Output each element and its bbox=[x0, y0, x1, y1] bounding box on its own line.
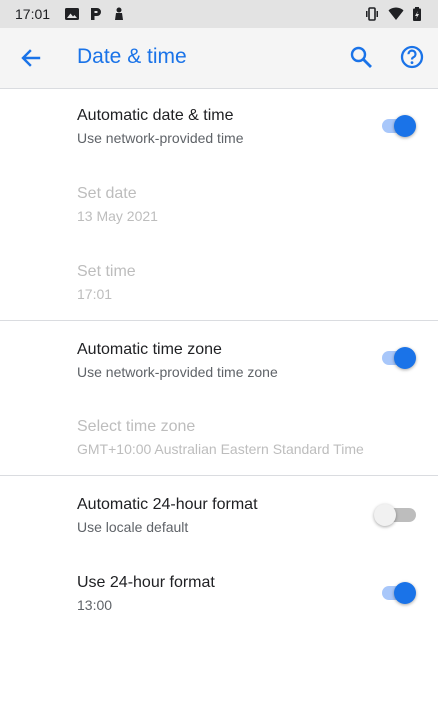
automatic-time-zone-switch[interactable] bbox=[382, 343, 416, 373]
badge-icon bbox=[115, 7, 123, 20]
setting-summary: GMT+10:00 Australian Eastern Standard Ti… bbox=[77, 441, 364, 457]
use-24-hour-format-switch[interactable] bbox=[382, 578, 416, 608]
switch-thumb bbox=[374, 504, 396, 526]
switch-thumb bbox=[394, 347, 416, 369]
switch-thumb bbox=[394, 115, 416, 137]
setting-select-time-zone[interactable]: Select time zone GMT+10:00 Australian Ea… bbox=[0, 399, 438, 475]
setting-title: Use 24-hour format bbox=[77, 574, 215, 591]
setting-title: Select time zone bbox=[77, 418, 196, 435]
setting-automatic-date-time[interactable]: Automatic date & time Use network-provid… bbox=[0, 89, 438, 166]
image-icon bbox=[65, 8, 79, 20]
setting-use-24-hour-format[interactable]: Use 24-hour format 13:00 bbox=[0, 554, 438, 632]
vibrate-icon bbox=[366, 7, 378, 21]
setting-set-time[interactable]: Set time 17:01 bbox=[0, 244, 438, 320]
arrow-back-icon[interactable] bbox=[17, 44, 45, 72]
automatic-date-time-switch[interactable] bbox=[382, 111, 416, 141]
setting-set-date[interactable]: Set date 13 May 2021 bbox=[0, 166, 438, 244]
help-icon[interactable] bbox=[398, 43, 426, 71]
setting-automatic-time-zone[interactable]: Automatic time zone Use network-provided… bbox=[0, 321, 438, 399]
page-title: Date & time bbox=[77, 45, 187, 68]
setting-title: Automatic 24-hour format bbox=[77, 496, 258, 513]
setting-title: Automatic date & time bbox=[77, 107, 234, 124]
switch-thumb bbox=[394, 582, 416, 604]
setting-summary: Use network-provided time zone bbox=[77, 364, 278, 380]
app-bar: Date & time bbox=[0, 28, 438, 89]
status-bar: 17:01 bbox=[0, 0, 438, 28]
search-icon[interactable] bbox=[347, 43, 375, 71]
wifi-icon bbox=[388, 7, 404, 20]
setting-summary: Use locale default bbox=[77, 519, 189, 535]
parking-icon bbox=[91, 8, 101, 20]
setting-summary: 17:01 bbox=[77, 286, 113, 302]
setting-summary: 13:00 bbox=[77, 597, 113, 613]
setting-automatic-24-hour-format[interactable]: Automatic 24-hour format Use locale defa… bbox=[0, 476, 438, 554]
setting-title: Automatic time zone bbox=[77, 341, 222, 358]
setting-title: Set date bbox=[77, 185, 137, 202]
setting-title: Set time bbox=[77, 263, 136, 280]
status-time: 17:01 bbox=[15, 6, 51, 22]
automatic-24-hour-format-switch[interactable] bbox=[374, 500, 416, 530]
battery-icon bbox=[413, 7, 421, 21]
setting-summary: Use network-provided time bbox=[77, 130, 244, 146]
setting-summary: 13 May 2021 bbox=[77, 208, 158, 224]
